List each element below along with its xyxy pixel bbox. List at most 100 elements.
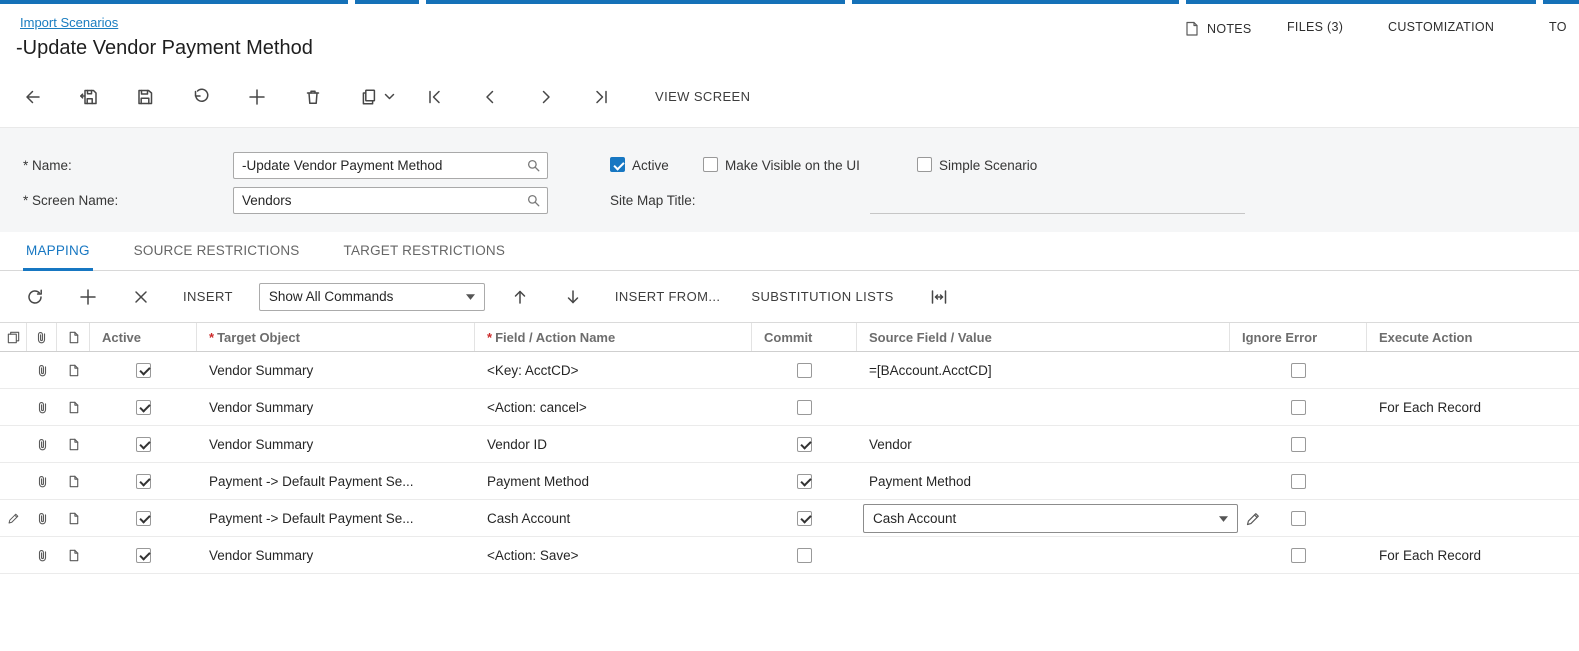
active-checkbox[interactable] — [136, 436, 151, 452]
notes-cell[interactable] — [57, 463, 90, 499]
edit-pencil-icon[interactable] — [1245, 511, 1261, 527]
commit-checkbox[interactable] — [797, 510, 812, 526]
table-row[interactable]: Payment -> Default Payment Se... Payment… — [0, 463, 1579, 500]
execute-action-cell[interactable] — [1367, 500, 1579, 536]
table-row[interactable]: Vendor Summary <Key: AcctCD> =[BAccount.… — [0, 352, 1579, 389]
ignore-error-checkbox[interactable] — [1291, 510, 1306, 526]
commit-checkbox[interactable] — [797, 399, 812, 415]
grid-delete-row-button[interactable] — [130, 286, 152, 308]
field-action-name-cell[interactable]: <Action: Save> — [475, 537, 752, 573]
notes-cell[interactable] — [57, 389, 90, 425]
save-button[interactable] — [134, 86, 156, 108]
active-checkbox[interactable] — [136, 362, 151, 378]
active-checkbox[interactable] — [610, 157, 625, 172]
make-visible-checkbox[interactable] — [703, 157, 718, 172]
active-checkbox[interactable] — [136, 399, 151, 415]
column-header-ignore-error[interactable]: Ignore Error — [1230, 323, 1367, 351]
save-and-close-button[interactable] — [78, 86, 100, 108]
refresh-button[interactable] — [24, 286, 46, 308]
ignore-error-checkbox[interactable] — [1291, 473, 1306, 489]
tab-source-restrictions[interactable]: SOURCE RESTRICTIONS — [131, 232, 303, 271]
field-action-name-cell[interactable]: <Action: cancel> — [475, 389, 752, 425]
attachments-column-header[interactable] — [27, 323, 57, 351]
copy-paste-button[interactable] — [358, 86, 380, 108]
commit-checkbox[interactable] — [797, 473, 812, 489]
ignore-error-checkbox[interactable] — [1291, 436, 1306, 452]
active-checkbox-label[interactable]: Active — [632, 158, 669, 173]
attachments-cell[interactable] — [27, 537, 57, 573]
name-input[interactable] — [233, 152, 548, 179]
tab-target-restrictions[interactable]: TARGET RESTRICTIONS — [341, 232, 509, 271]
name-lookup-icon[interactable] — [526, 158, 541, 173]
breadcrumb[interactable]: Import Scenarios — [20, 15, 118, 30]
notes-cell[interactable] — [57, 426, 90, 462]
grid-add-row-button[interactable] — [77, 286, 99, 308]
commit-checkbox[interactable] — [797, 436, 812, 452]
target-object-cell[interactable]: Payment -> Default Payment Se... — [197, 500, 475, 536]
screen-name-lookup-icon[interactable] — [526, 193, 541, 208]
source-field-value-cell[interactable]: Vendor — [857, 426, 1230, 462]
active-checkbox[interactable] — [136, 547, 151, 563]
execute-action-cell[interactable]: For Each Record — [1367, 537, 1579, 573]
field-action-name-cell[interactable]: Payment Method — [475, 463, 752, 499]
field-action-name-cell[interactable]: Vendor ID — [475, 426, 752, 462]
add-row-button[interactable] — [246, 86, 268, 108]
fit-to-screen-button[interactable] — [928, 286, 950, 308]
attachments-cell[interactable] — [27, 389, 57, 425]
simple-scenario-checkbox[interactable] — [917, 157, 932, 172]
column-header-execute-action[interactable]: Execute Action — [1367, 323, 1579, 351]
target-object-cell[interactable]: Payment -> Default Payment Se... — [197, 463, 475, 499]
execute-action-cell[interactable] — [1367, 426, 1579, 462]
commands-dropdown[interactable]: Show All Commands — [258, 282, 485, 311]
target-object-cell[interactable]: Vendor Summary — [197, 537, 475, 573]
simple-scenario-checkbox-label[interactable]: Simple Scenario — [939, 158, 1037, 173]
column-header-commit[interactable]: Commit — [752, 323, 857, 351]
table-row[interactable]: Vendor Summary Vendor ID Vendor — [0, 426, 1579, 463]
combobox-dropdown-icon[interactable] — [1219, 515, 1228, 522]
substitution-lists-button[interactable]: SUBSTITUTION LISTS — [751, 289, 893, 304]
source-field-value-cell[interactable]: Payment Method — [857, 463, 1230, 499]
row-selector-column-header[interactable] — [0, 323, 27, 351]
column-header-source-field-value[interactable]: Source Field / Value — [857, 323, 1230, 351]
notes-cell[interactable] — [57, 352, 90, 388]
column-header-field-action-name[interactable]: * Field / Action Name — [475, 323, 752, 351]
ignore-error-checkbox[interactable] — [1291, 547, 1306, 563]
ignore-error-checkbox[interactable] — [1291, 362, 1306, 378]
last-record-button[interactable] — [591, 86, 613, 108]
target-object-cell[interactable]: Vendor Summary — [197, 352, 475, 388]
source-field-value-cell[interactable] — [857, 389, 1230, 425]
source-field-value-cell[interactable]: =[BAccount.AcctCD] — [857, 352, 1230, 388]
tab-mapping[interactable]: MAPPING — [23, 232, 93, 271]
target-object-cell[interactable]: Vendor Summary — [197, 426, 475, 462]
active-checkbox[interactable] — [136, 473, 151, 489]
source-field-value-cell[interactable] — [857, 537, 1230, 573]
move-row-up-button[interactable] — [509, 286, 531, 308]
attachments-cell[interactable] — [27, 500, 57, 536]
attachments-cell[interactable] — [27, 352, 57, 388]
delete-button[interactable] — [302, 86, 324, 108]
notes-cell[interactable] — [57, 500, 90, 536]
target-object-cell[interactable]: Vendor Summary — [197, 389, 475, 425]
table-row-selected[interactable]: Payment -> Default Payment Se... Cash Ac… — [0, 500, 1579, 537]
site-map-title-input[interactable] — [870, 188, 1245, 214]
cash-account-combobox[interactable]: Cash Account — [863, 504, 1238, 533]
field-action-name-cell[interactable]: <Key: AcctCD> — [475, 352, 752, 388]
execute-action-cell[interactable]: For Each Record — [1367, 389, 1579, 425]
insert-button[interactable]: INSERT — [183, 289, 233, 304]
notes-button[interactable]: NOTES — [1183, 20, 1252, 37]
files-button[interactable]: FILES (3) — [1287, 20, 1343, 34]
source-field-value-cell-editing[interactable]: Cash Account — [857, 500, 1259, 536]
execute-action-cell[interactable] — [1367, 352, 1579, 388]
notes-column-header[interactable] — [57, 323, 90, 351]
customization-button[interactable]: CUSTOMIZATION — [1388, 20, 1494, 34]
commit-checkbox[interactable] — [797, 362, 812, 378]
next-record-button[interactable] — [535, 86, 557, 108]
commit-checkbox[interactable] — [797, 547, 812, 563]
active-checkbox[interactable] — [136, 510, 151, 526]
first-record-button[interactable] — [423, 86, 445, 108]
field-action-name-cell[interactable]: Cash Account — [475, 500, 752, 536]
attachments-cell[interactable] — [27, 426, 57, 462]
column-header-active[interactable]: Active — [90, 323, 197, 351]
make-visible-checkbox-label[interactable]: Make Visible on the UI — [725, 158, 860, 173]
notes-cell[interactable] — [57, 537, 90, 573]
